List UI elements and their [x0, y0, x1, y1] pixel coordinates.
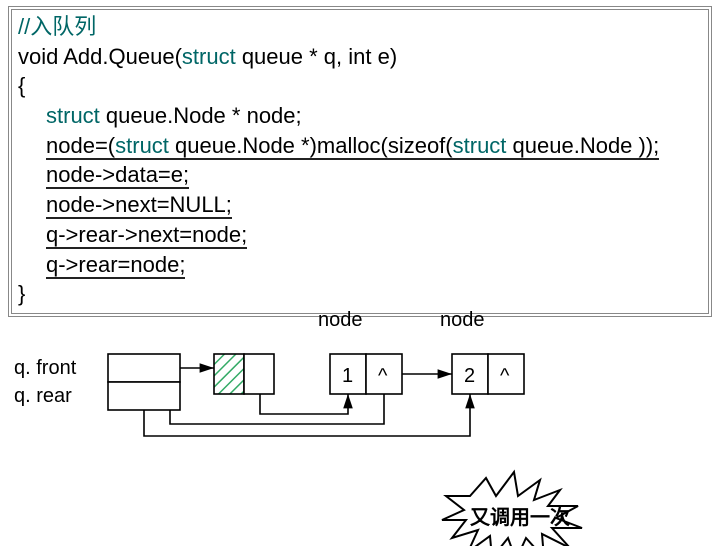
arrow-rear-to-node1: [170, 394, 384, 424]
arrow-rear-to-node2: [144, 394, 470, 436]
code-rear-next: q->rear->next=node;: [18, 220, 702, 250]
node2-value: 2: [464, 365, 475, 387]
qrear-label: q. rear: [14, 385, 72, 407]
dummy-next-cell: [244, 354, 274, 394]
code-decl: struct queue.Node * node;: [18, 101, 702, 131]
node1-label: node: [318, 309, 363, 331]
code-assign-next: node->next=NULL;: [18, 190, 702, 220]
q-rear-cell: [108, 382, 180, 410]
code-open-brace: {: [18, 71, 702, 101]
qfront-label: q. front: [14, 357, 77, 379]
starburst-text: 又调用一次: [470, 505, 570, 529]
queue-diagram: q. front q. rear node 1 ^ node 2 ^ 又调用一次: [0, 306, 720, 546]
code-malloc: node=(struct queue.Node *)malloc(sizeof(…: [18, 131, 702, 161]
code-close-brace: }: [18, 279, 702, 309]
node2-caret: ^: [500, 365, 510, 387]
code-signature: void Add.Queue(struct queue * q, int e): [18, 42, 702, 72]
q-front-cell: [108, 354, 180, 382]
comment-text: //入队列: [18, 14, 96, 39]
code-block: //入队列 void Add.Queue(struct queue * q, i…: [8, 6, 712, 317]
code-rear-assign: q->rear=node;: [18, 250, 702, 280]
dummy-data-cell: [214, 354, 244, 394]
node1-caret: ^: [378, 365, 388, 387]
node2-label: node: [440, 309, 485, 331]
node1-value: 1: [342, 365, 353, 387]
code-assign-data: node->data=e;: [18, 160, 702, 190]
arrow-dummy-to-node1: [260, 394, 348, 414]
code-comment: //入队列: [18, 12, 702, 42]
